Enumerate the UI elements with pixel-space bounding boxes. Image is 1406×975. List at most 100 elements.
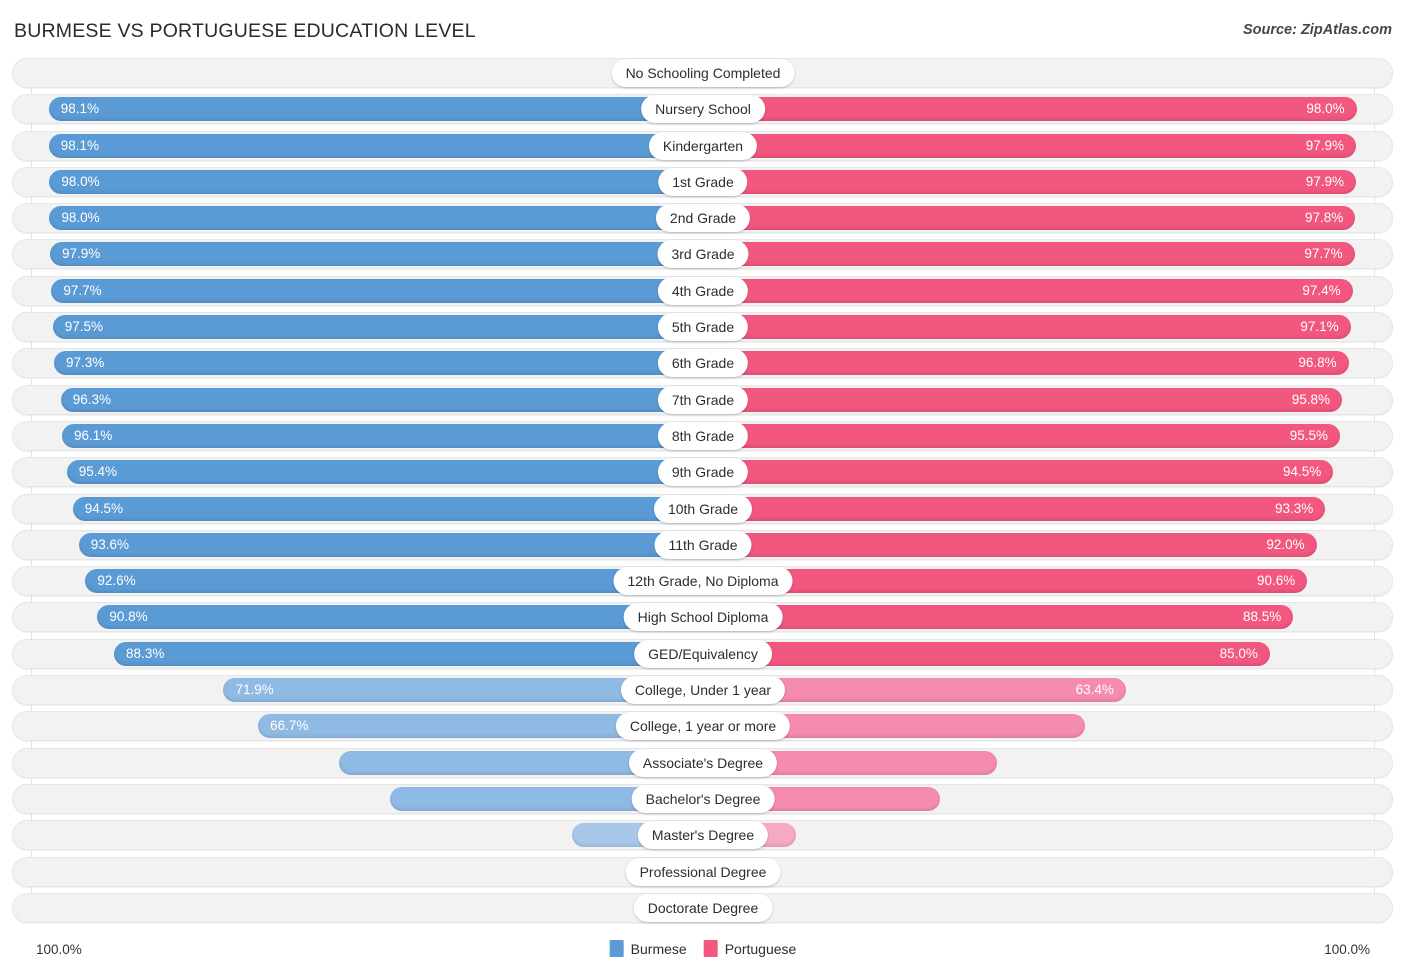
chart-row: 93.6% 92.0% 11th Grade [0, 529, 1406, 560]
value-wrap-portuguese: 96.8% [703, 348, 1349, 378]
chart-row: 98.0% 97.9% 1st Grade [0, 166, 1406, 197]
value-label-portuguese: 97.9% [1305, 173, 1344, 189]
chart-row: 98.0% 97.8% 2nd Grade [0, 203, 1406, 234]
value-wrap-burmese: 95.4% [67, 457, 703, 487]
value-label-portuguese: 90.6% [1257, 573, 1296, 589]
value-wrap-burmese: 97.9% [50, 239, 703, 269]
value-wrap-burmese: 92.6% [85, 566, 703, 596]
value-label-portuguese: 93.3% [1275, 500, 1314, 516]
chart-rows: 1.9%2.1%No Schooling Completed 98.1% 98.0%… [0, 58, 1406, 929]
category-label: College, Under 1 year [620, 676, 786, 705]
category-label: Bachelor's Degree [631, 784, 775, 813]
value-wrap-portuguese: 94.5% [703, 457, 1333, 487]
value-wrap-burmese: 97.3% [54, 348, 703, 378]
value-label-burmese: 98.0% [61, 173, 100, 189]
legend-swatch-icon [703, 940, 718, 957]
axis-label-left: 100.0% [36, 942, 82, 957]
value-label-burmese: 97.9% [62, 246, 101, 262]
value-wrap-burmese: 97.5% [53, 312, 703, 342]
category-label: 3rd Grade [657, 240, 749, 269]
value-label-burmese: 97.7% [63, 282, 102, 298]
value-wrap-burmese: 97.7% [51, 276, 703, 306]
legend-label: Portuguese [724, 940, 797, 957]
value-wrap-burmese: 93.6% [79, 530, 703, 560]
chart-row: 2.6%1.8%Doctorate Degree [0, 892, 1406, 923]
value-label-burmese: 97.3% [66, 355, 105, 371]
value-wrap-portuguese: 95.8% [703, 385, 1342, 415]
category-label: Doctorate Degree [633, 893, 773, 922]
category-label: 10th Grade [653, 494, 753, 523]
category-label: High School Diploma [623, 603, 783, 632]
value-wrap-burmese: 94.5% [73, 494, 703, 524]
value-label-burmese: 98.0% [61, 210, 100, 226]
category-label: 6th Grade [657, 349, 749, 378]
chart-row: 95.4% 94.5% 9th Grade [0, 457, 1406, 488]
value-label-burmese: 71.9% [235, 682, 274, 698]
category-label: 7th Grade [657, 385, 749, 414]
chart-row: 97.3% 96.8% 6th Grade [0, 348, 1406, 379]
value-label-burmese: 92.6% [97, 573, 136, 589]
value-wrap-burmese: 88.3% [114, 639, 703, 669]
value-label-portuguese: 94.5% [1283, 464, 1322, 480]
value-wrap-portuguese: 88.5% [703, 602, 1293, 632]
chart-row: 97.7% 97.4% 4th Grade [0, 275, 1406, 306]
category-label: 2nd Grade [655, 204, 751, 233]
chart-row: 92.6% 90.6% 12th Grade, No Diploma [0, 566, 1406, 597]
chart-row: 19.7%13.9%Master's Degree [0, 820, 1406, 851]
value-label-burmese: 98.1% [60, 137, 99, 153]
value-label-portuguese: 97.9% [1305, 137, 1344, 153]
chart-row: 97.5% 97.1% 5th Grade [0, 312, 1406, 343]
page-title: BURMESE VS PORTUGUESE EDUCATION LEVEL [14, 20, 476, 42]
legend-label: Burmese [630, 940, 687, 957]
category-label: 12th Grade, No Diploma [613, 567, 793, 596]
source-attribution: Source: ZipAtlas.com [1242, 22, 1392, 38]
value-label-portuguese: 97.1% [1300, 319, 1339, 335]
chart-row: 66.7%57.2%College, 1 year or more [0, 711, 1406, 742]
category-label: 5th Grade [657, 313, 749, 342]
value-label-burmese: 90.8% [109, 609, 148, 625]
chart-row: 88.3% 85.0% GED/Equivalency [0, 638, 1406, 669]
value-label-portuguese: 97.7% [1304, 246, 1343, 262]
value-label-burmese: 98.1% [60, 101, 99, 117]
category-label: College, 1 year or more [615, 712, 791, 741]
value-label-portuguese: 95.5% [1289, 427, 1328, 443]
value-wrap-burmese: 90.8% [97, 602, 703, 632]
category-label: Associate's Degree [628, 748, 778, 777]
chart-header: BURMESE VS PORTUGUESE EDUCATION LEVEL So… [0, 0, 1406, 52]
diverging-bar-chart: 1.9%2.1%No Schooling Completed 98.1% 98.0%… [0, 58, 1406, 938]
value-label-burmese: 88.3% [126, 645, 165, 661]
value-label-burmese: 96.3% [72, 391, 111, 407]
value-wrap-portuguese: 97.8% [703, 203, 1355, 233]
value-label-portuguese: 97.8% [1305, 210, 1344, 226]
value-label-portuguese: 63.4% [1075, 682, 1114, 698]
value-wrap-burmese: 98.0% [49, 203, 703, 233]
value-wrap-burmese: 98.1% [49, 94, 703, 124]
value-label-portuguese: 98.0% [1306, 101, 1345, 117]
legend-item[interactable]: Burmese [609, 940, 687, 957]
value-label-burmese: 93.6% [90, 536, 129, 552]
value-label-portuguese: 95.8% [1291, 391, 1330, 407]
value-label-burmese: 95.4% [78, 464, 117, 480]
value-wrap-portuguese: 85.0% [703, 639, 1270, 669]
category-label: No Schooling Completed [611, 59, 795, 87]
chart-footer: 100.0% Burmese Portuguese 100.0% [0, 938, 1406, 966]
category-label: 8th Grade [657, 421, 749, 450]
value-wrap-portuguese: 95.5% [703, 421, 1340, 451]
chart-row: 6.1%4.1%Professional Degree [0, 856, 1406, 887]
value-wrap-portuguese: 92.0% [703, 530, 1317, 560]
value-label-portuguese: 88.5% [1243, 609, 1282, 625]
value-wrap-portuguese: 97.9% [703, 167, 1356, 197]
value-wrap-burmese: 98.1% [49, 131, 703, 161]
value-wrap-portuguese: 98.0% [703, 94, 1357, 124]
chart-row: 1.9%2.1%No Schooling Completed [0, 58, 1406, 88]
category-label: GED/Equivalency [634, 639, 772, 668]
category-label: Master's Degree [637, 821, 769, 850]
chart-row: 94.5% 93.3% 10th Grade [0, 493, 1406, 524]
chart-row: 98.1% 97.9% Kindergarten [0, 130, 1406, 161]
chart-row: 96.3% 95.8% 7th Grade [0, 384, 1406, 415]
legend-item[interactable]: Portuguese [703, 940, 797, 957]
chart-legend: Burmese Portuguese [609, 940, 797, 957]
value-label-burmese: 66.7% [270, 718, 309, 734]
category-label: 1st Grade [658, 167, 748, 196]
value-wrap-portuguese: 90.6% [703, 566, 1307, 596]
